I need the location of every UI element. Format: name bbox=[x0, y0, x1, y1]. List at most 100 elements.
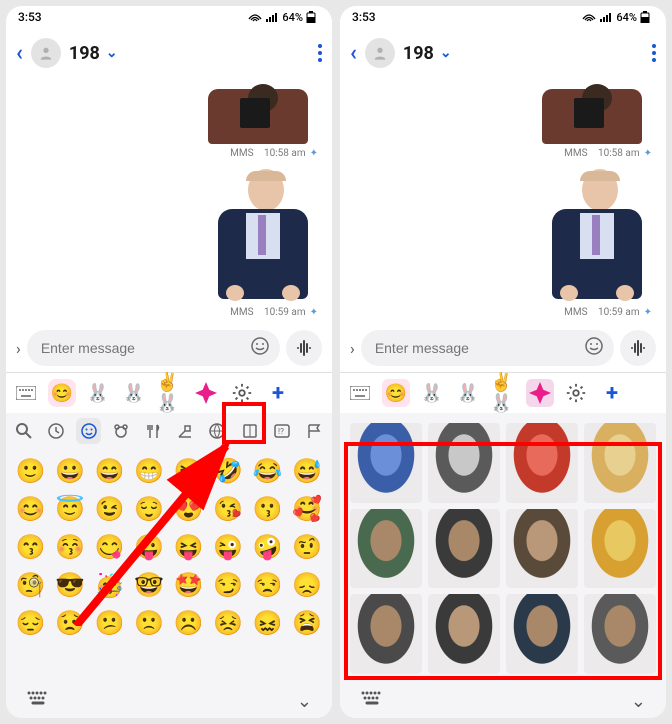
messages-pane[interactable]: MMS 10:58 am✦ MMS 10:59 am✦ bbox=[340, 78, 666, 324]
emoji-cat-food[interactable] bbox=[141, 418, 165, 444]
voice-input-button[interactable] bbox=[286, 330, 322, 366]
ar-emoji-tab[interactable]: 😊 bbox=[48, 379, 76, 407]
add-sticker-pack-button[interactable]: + bbox=[264, 379, 292, 407]
emoji-item[interactable]: 😀 bbox=[55, 457, 85, 485]
emoji-item[interactable]: 😣 bbox=[213, 609, 243, 637]
emoji-item[interactable]: 😇 bbox=[55, 495, 85, 523]
messages-pane[interactable]: MMS 10:58 am✦ MMS 10:59 am✦ bbox=[6, 78, 332, 324]
sticker-lamp[interactable] bbox=[428, 423, 500, 503]
emoji-item[interactable]: 😊 bbox=[16, 495, 46, 523]
add-sticker-pack-button[interactable]: + bbox=[598, 379, 626, 407]
emoji-item[interactable]: 😌 bbox=[134, 495, 164, 523]
custom-sticker-tab[interactable] bbox=[192, 379, 220, 407]
more-menu-button[interactable] bbox=[652, 44, 656, 62]
emoji-item[interactable]: 🤪 bbox=[253, 533, 283, 561]
contact-name[interactable]: 198 ⌄ bbox=[403, 43, 452, 64]
emoji-item[interactable]: 😫 bbox=[292, 609, 322, 637]
sticker-tab-2[interactable]: 🐰 bbox=[120, 379, 148, 407]
message-input[interactable] bbox=[27, 330, 280, 366]
emoji-picker-button[interactable] bbox=[250, 336, 270, 360]
emoji-item[interactable]: 😎 bbox=[55, 571, 85, 599]
emoji-item[interactable]: 🥳 bbox=[95, 571, 125, 599]
sticker-person-cap[interactable] bbox=[506, 594, 578, 674]
emoji-item[interactable]: 😚 bbox=[55, 533, 85, 561]
sticker-blue-container[interactable] bbox=[350, 423, 422, 503]
sticker-person-gesture-1[interactable] bbox=[350, 509, 422, 589]
ar-emoji-tab[interactable]: 😊 bbox=[382, 379, 410, 407]
emoji-item[interactable]: 😆 bbox=[174, 457, 204, 485]
back-button[interactable]: ‹ bbox=[350, 41, 357, 66]
emoji-cat-flags[interactable] bbox=[302, 418, 326, 444]
emoji-item[interactable]: ☹️ bbox=[174, 609, 204, 637]
emoji-cat-animals[interactable] bbox=[109, 418, 133, 444]
emoji-item[interactable]: 😍 bbox=[174, 495, 204, 523]
emoji-item[interactable]: 🧐 bbox=[16, 571, 46, 599]
emoji-item[interactable]: 😏 bbox=[213, 571, 243, 599]
emoji-item[interactable]: 😕 bbox=[95, 609, 125, 637]
emoji-item[interactable]: 😖 bbox=[253, 609, 283, 637]
emoji-item[interactable]: 😅 bbox=[292, 457, 322, 485]
sticker-person-talking[interactable] bbox=[428, 509, 500, 589]
emoji-search-button[interactable] bbox=[12, 418, 36, 444]
emoji-item[interactable]: 😁 bbox=[134, 457, 164, 485]
emoji-item[interactable]: 😔 bbox=[16, 609, 46, 637]
emoji-item[interactable]: 🤣 bbox=[213, 457, 243, 485]
emoji-item[interactable]: 😞 bbox=[292, 571, 322, 599]
sticker-person-bike[interactable] bbox=[584, 594, 656, 674]
keyboard-settings-button[interactable] bbox=[228, 379, 256, 407]
custom-sticker-tab[interactable] bbox=[526, 379, 554, 407]
emoji-item[interactable]: 😙 bbox=[16, 533, 46, 561]
emoji-item[interactable]: 🙂 bbox=[16, 457, 46, 485]
emoji-item[interactable]: 😗 bbox=[253, 495, 283, 523]
contact-name[interactable]: 198 ⌄ bbox=[69, 43, 118, 64]
sticker-red-tree[interactable] bbox=[506, 423, 578, 503]
emoji-cat-sports[interactable] bbox=[205, 418, 229, 444]
keyboard-switch-icon[interactable] bbox=[12, 379, 40, 407]
contact-avatar[interactable] bbox=[365, 38, 395, 68]
sticker-tab-2[interactable]: 🐰 bbox=[454, 379, 482, 407]
sticker-tab-3[interactable]: ✌️🐰 bbox=[156, 379, 184, 407]
sticker-tab-1[interactable]: 🐰 bbox=[418, 379, 446, 407]
emoji-cat-activity[interactable] bbox=[173, 418, 197, 444]
emoji-cat-objects[interactable] bbox=[237, 418, 261, 444]
emoji-item[interactable]: 😘 bbox=[213, 495, 243, 523]
emoji-item[interactable]: 😝 bbox=[174, 533, 204, 561]
message-input[interactable] bbox=[361, 330, 614, 366]
sticker-tab-3[interactable]: ✌️🐰 bbox=[490, 379, 518, 407]
keyboard-settings-button[interactable] bbox=[562, 379, 590, 407]
emoji-item[interactable]: 😜 bbox=[213, 533, 243, 561]
emoji-item[interactable]: 🤨 bbox=[292, 533, 322, 561]
keyboard-switch-icon[interactable] bbox=[346, 379, 374, 407]
sticker-hand-plate[interactable] bbox=[584, 423, 656, 503]
sticker-jar[interactable] bbox=[584, 509, 656, 589]
message-sticker-1[interactable] bbox=[532, 84, 652, 144]
sticker-tab-1[interactable]: 🐰 bbox=[84, 379, 112, 407]
sticker-person-portrait[interactable] bbox=[506, 509, 578, 589]
back-button[interactable]: ‹ bbox=[16, 41, 23, 66]
emoji-cat-smileys[interactable] bbox=[76, 418, 100, 444]
emoji-item[interactable]: 😒 bbox=[253, 571, 283, 599]
emoji-item[interactable]: 🥰 bbox=[292, 495, 322, 523]
sticker-person-headshot[interactable] bbox=[428, 594, 500, 674]
more-menu-button[interactable] bbox=[318, 44, 322, 62]
emoji-cat-symbols[interactable]: !? bbox=[270, 418, 294, 444]
emoji-item[interactable]: 😛 bbox=[134, 533, 164, 561]
emoji-item[interactable]: 😄 bbox=[95, 457, 125, 485]
keyboard-toggle-button[interactable] bbox=[360, 691, 384, 711]
message-sticker-2[interactable] bbox=[542, 165, 652, 305]
emoji-item[interactable]: 🤓 bbox=[134, 571, 164, 599]
emoji-item[interactable]: 🤩 bbox=[174, 571, 204, 599]
collapse-keyboard-button[interactable]: ⌄ bbox=[297, 691, 312, 712]
emoji-picker-button[interactable] bbox=[584, 336, 604, 360]
emoji-cat-recent[interactable] bbox=[44, 418, 68, 444]
sticker-person-sitting-1[interactable] bbox=[350, 594, 422, 674]
emoji-item[interactable]: 😋 bbox=[95, 533, 125, 561]
emoji-item[interactable]: 🙁 bbox=[134, 609, 164, 637]
emoji-item[interactable]: 😟 bbox=[55, 609, 85, 637]
expand-input-button[interactable]: › bbox=[16, 339, 21, 358]
contact-avatar[interactable] bbox=[31, 38, 61, 68]
message-sticker-2[interactable] bbox=[208, 165, 318, 305]
expand-input-button[interactable]: › bbox=[350, 339, 355, 358]
keyboard-toggle-button[interactable] bbox=[26, 691, 50, 711]
voice-input-button[interactable] bbox=[620, 330, 656, 366]
